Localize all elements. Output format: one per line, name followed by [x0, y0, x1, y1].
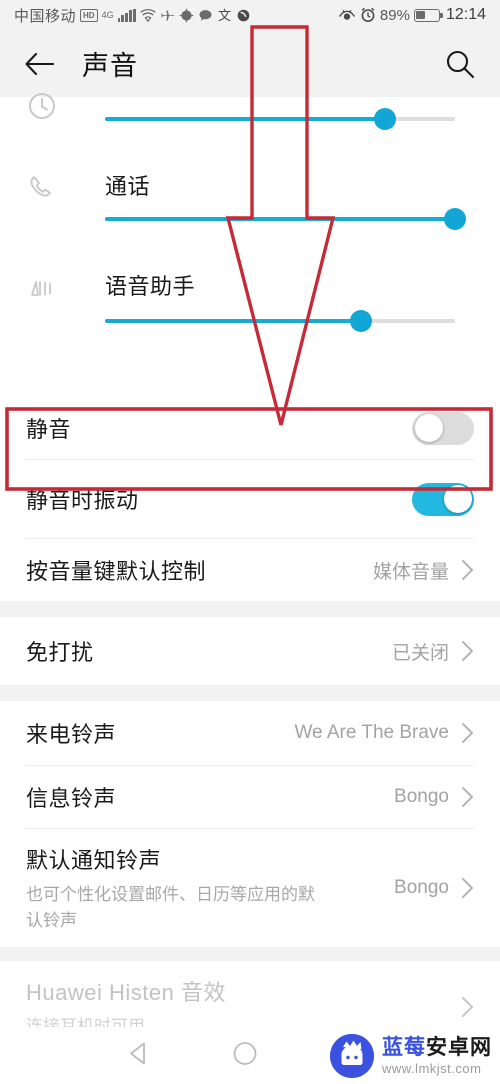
toggle-switch-vibrate-on-mute[interactable] [412, 482, 474, 516]
status-bar-left: 中国移动 HD 4G 文 [14, 5, 251, 26]
slider-row-alarm[interactable]: 通话 [0, 93, 500, 199]
input-method-icon: 文 [217, 8, 232, 23]
nav-back-triangle-icon[interactable] [126, 1040, 152, 1071]
section-gap [0, 685, 500, 701]
row-default-notification-ringtone[interactable]: 默认通知铃声 也可个性化设置邮件、日历等应用的默认铃声 Bongo [0, 829, 500, 947]
slider-fill-voice-assistant [105, 319, 361, 323]
app-bar: 声音 [0, 30, 500, 97]
eye-comfort-icon [338, 8, 356, 23]
status-bar-right: 89% 12:14 [338, 6, 486, 24]
chevron-right-icon [461, 722, 474, 744]
chevron-right-icon [461, 640, 474, 662]
chevron-right-icon [461, 786, 474, 808]
airplane-icon [160, 8, 175, 23]
chevron-right-icon [461, 877, 474, 899]
row-incoming-ringtone[interactable]: 来电铃声 We Are The Brave [0, 701, 500, 765]
page-title: 声音 [82, 51, 138, 81]
phone-call-icon [22, 169, 62, 209]
battery-icon [413, 8, 443, 22]
slider-thumb-alarm[interactable] [374, 108, 396, 130]
row-title: 默认通知铃声 [26, 848, 162, 873]
row-value: We Are The Brave [294, 722, 449, 743]
slider-thumb-call[interactable] [444, 208, 466, 230]
row-volume-key-default-control[interactable]: 按音量键默认控制 媒体音量 [0, 539, 500, 601]
slider-row-call[interactable]: 语音助手 [0, 176, 500, 299]
toggle-switch-mute[interactable] [412, 411, 474, 445]
slider-row-voice-assistant[interactable] [0, 281, 500, 397]
back-arrow-icon[interactable] [22, 47, 56, 81]
row-value: Bongo [394, 877, 449, 898]
svg-text:文: 文 [218, 8, 231, 23]
row-title: 信息铃声 [26, 786, 117, 811]
clock-label: 12:14 [445, 6, 486, 23]
row-title: 按音量键默认控制 [26, 559, 207, 584]
site-watermark: 蓝莓安卓网 www.lmkjst.com [330, 1033, 492, 1078]
signal-bars-icon [117, 8, 136, 22]
slider-fill-alarm [105, 117, 385, 121]
row-title: Huawei Histen 音效 [26, 980, 226, 1005]
carrier-label: 中国移动 [14, 7, 77, 25]
watermark-url: www.lmkjst.com [382, 1060, 482, 1076]
search-icon[interactable] [442, 46, 478, 82]
row-message-ringtone[interactable]: 信息铃声 Bongo [0, 766, 500, 828]
watermark-brand-black: 安卓网 [426, 1035, 492, 1059]
network-type-label: 4G [101, 10, 114, 20]
row-value: 媒体音量 [372, 561, 449, 583]
slider-track-call[interactable] [105, 208, 466, 230]
slider-fill-call [105, 217, 455, 221]
section-gap [0, 947, 500, 961]
hd-icon: HD [80, 8, 98, 22]
watermark-logo-icon [330, 1033, 374, 1078]
watermark-text: 蓝莓安卓网 www.lmkjst.com [382, 1037, 492, 1075]
slider-thumb-voice-assistant[interactable] [349, 310, 372, 332]
battery-percent-label: 89% [379, 6, 410, 24]
message-icon [198, 8, 213, 23]
row-value: 已关闭 [391, 642, 449, 664]
chevron-right-icon [461, 996, 474, 1018]
nav-home-circle-icon[interactable] [232, 1040, 258, 1071]
row-title: 来电铃声 [26, 722, 117, 747]
settings-scroll-content[interactable]: 通话 语音助手 静音 静音时振动 按音量键默认控制 媒体音量 免打扰 已关闭 来… [0, 93, 500, 1084]
row-subtitle: 也可个性化设置邮件、日历等应用的默认铃声 [26, 885, 315, 930]
row-value: Bongo [394, 786, 449, 807]
section-gap [0, 601, 500, 617]
row-do-not-disturb[interactable]: 免打扰 已关闭 [0, 617, 500, 685]
voice-assistant-icon [22, 271, 62, 311]
location-icon [179, 8, 194, 23]
slider-track-alarm[interactable] [105, 108, 455, 130]
toggle-label-vibrate-on-mute: 静音时振动 [26, 488, 139, 513]
system-navigation-bar: 蓝莓安卓网 www.lmkjst.com [0, 1027, 500, 1084]
wifi-icon [140, 8, 156, 22]
watermark-brand-blue: 蓝莓 [382, 1035, 426, 1059]
status-bar: 中国移动 HD 4G 文 89% 12:14 [0, 0, 500, 30]
toggle-row-mute[interactable]: 静音 [0, 397, 500, 459]
weather-icon [236, 8, 251, 23]
toggle-row-vibrate-on-mute[interactable]: 静音时振动 [0, 460, 500, 538]
phone-screen: 中国移动 HD 4G 文 89% 12:14 声音 通话 语音助手 静音 静音时… [0, 0, 500, 1084]
alarm-clock-icon [22, 85, 62, 125]
row-title: 免打扰 [26, 640, 94, 665]
slider-track-voice-assistant[interactable] [105, 310, 455, 332]
chevron-right-icon [461, 559, 474, 581]
toggle-label-mute: 静音 [26, 417, 72, 442]
alarm-icon [360, 7, 376, 23]
